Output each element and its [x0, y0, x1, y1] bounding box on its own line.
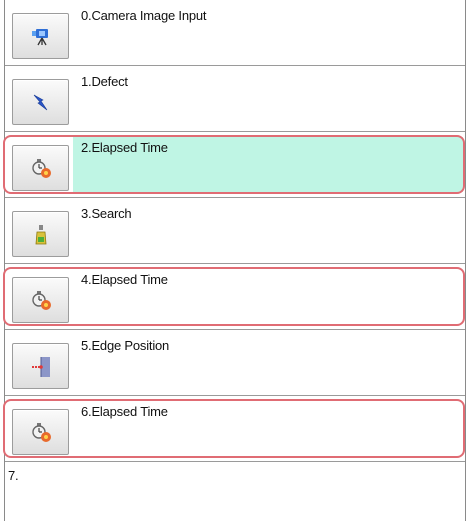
list-item-edge-position[interactable]: 5.Edge Position: [5, 330, 465, 396]
list-item-search[interactable]: 3.Search: [5, 198, 465, 264]
defect-lightning-icon: [33, 94, 48, 111]
list-item-camera-image-input[interactable]: 0.Camera Image Input: [5, 0, 465, 66]
camera-icon: [32, 29, 48, 46]
item-label: 2.Elapsed Time: [81, 140, 168, 155]
list-item-defect[interactable]: 1.Defect: [5, 66, 465, 132]
elapsed-time-button[interactable]: [12, 145, 69, 191]
edge-position-icon: [32, 357, 50, 377]
search-bottle-icon: [35, 225, 47, 245]
item-label: 7.: [8, 468, 19, 483]
highlight-frame: [3, 399, 465, 458]
stopwatch-icon: [32, 291, 51, 310]
list-item-elapsed-time-2[interactable]: 2.Elapsed Time: [3, 132, 465, 198]
defect-button[interactable]: [12, 79, 69, 125]
item-label: 3.Search: [81, 206, 132, 221]
item-label: 1.Defect: [81, 74, 128, 89]
elapsed-time-button[interactable]: [12, 277, 69, 323]
item-label: 5.Edge Position: [81, 338, 170, 353]
flow-list: 0.Camera Image Input 1.Defect 2.Elapsed …: [3, 0, 466, 521]
list-item-elapsed-time-6[interactable]: 6.Elapsed Time: [3, 396, 465, 462]
highlight-frame: [3, 267, 465, 326]
list-item-empty-slot[interactable]: 7.: [5, 462, 465, 521]
stopwatch-icon: [32, 159, 51, 178]
list-item-elapsed-time-4[interactable]: 4.Elapsed Time: [3, 264, 465, 330]
item-label: 0.Camera Image Input: [81, 8, 207, 23]
stopwatch-icon: [32, 423, 51, 442]
elapsed-time-button[interactable]: [12, 409, 69, 455]
item-label: 6.Elapsed Time: [81, 404, 168, 419]
item-label: 4.Elapsed Time: [81, 272, 168, 287]
search-button[interactable]: [12, 211, 69, 257]
edge-position-button[interactable]: [12, 343, 69, 389]
camera-image-input-button[interactable]: [12, 13, 69, 59]
